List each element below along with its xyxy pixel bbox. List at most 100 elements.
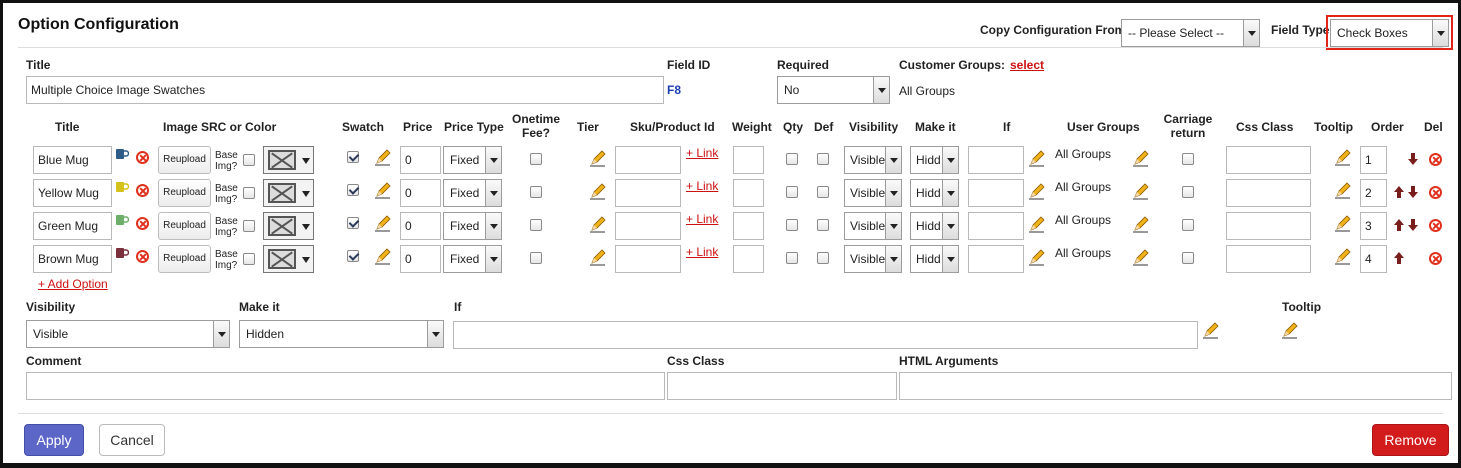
carriage-return-checkbox[interactable] xyxy=(1182,219,1194,231)
pencil-icon[interactable] xyxy=(589,182,607,200)
pencil-icon[interactable] xyxy=(1334,247,1352,265)
sku-link[interactable]: + Link xyxy=(686,212,718,226)
sku-link[interactable]: + Link xyxy=(686,245,718,259)
move-down-icon[interactable] xyxy=(1408,186,1418,198)
sku-link[interactable]: + Link xyxy=(686,179,718,193)
base-img-checkbox[interactable] xyxy=(243,253,255,265)
order-input[interactable]: 2 xyxy=(1360,179,1387,207)
option-make-it-select[interactable]: Hidd xyxy=(910,146,959,174)
delete-option-icon[interactable] xyxy=(1429,219,1442,232)
if-input[interactable] xyxy=(453,321,1198,349)
delete-option-icon[interactable] xyxy=(1429,153,1442,166)
carriage-return-checkbox[interactable] xyxy=(1182,186,1194,198)
option-visibility-select[interactable]: Visible xyxy=(844,179,902,207)
pencil-icon[interactable] xyxy=(589,149,607,167)
onetime-fee-checkbox[interactable] xyxy=(530,219,542,231)
option-if-input[interactable] xyxy=(968,245,1024,273)
def-checkbox[interactable] xyxy=(817,252,829,264)
swatch-color-select[interactable] xyxy=(263,245,314,273)
weight-input[interactable] xyxy=(733,179,764,207)
pencil-icon[interactable] xyxy=(1281,321,1299,339)
html-arguments-input[interactable] xyxy=(899,372,1452,400)
pencil-icon[interactable] xyxy=(374,181,392,199)
price-input[interactable]: 0 xyxy=(400,245,441,273)
pencil-icon[interactable] xyxy=(374,148,392,166)
option-if-input[interactable] xyxy=(968,212,1024,240)
move-up-icon[interactable] xyxy=(1394,219,1404,231)
swatch-checkbox[interactable] xyxy=(347,217,359,229)
option-if-input[interactable] xyxy=(968,179,1024,207)
remove-button[interactable]: Remove xyxy=(1372,424,1449,456)
remove-image-icon[interactable] xyxy=(136,184,149,197)
pencil-icon[interactable] xyxy=(1334,148,1352,166)
onetime-fee-checkbox[interactable] xyxy=(530,252,542,264)
swatch-color-select[interactable] xyxy=(263,212,314,240)
qty-checkbox[interactable] xyxy=(786,186,798,198)
qty-checkbox[interactable] xyxy=(786,219,798,231)
pencil-icon[interactable] xyxy=(1132,248,1150,266)
customer-groups-select-link[interactable]: select xyxy=(1010,58,1044,72)
price-type-select[interactable]: Fixed xyxy=(443,212,502,240)
def-checkbox[interactable] xyxy=(817,186,829,198)
reupload-button[interactable]: Reupload xyxy=(158,245,211,273)
reupload-button[interactable]: Reupload xyxy=(158,146,211,174)
make-it-select[interactable]: Hidden xyxy=(239,320,444,348)
move-down-icon[interactable] xyxy=(1408,153,1418,165)
swatch-checkbox[interactable] xyxy=(347,184,359,196)
option-css-class-input[interactable] xyxy=(1226,212,1311,240)
carriage-return-checkbox[interactable] xyxy=(1182,153,1194,165)
base-img-checkbox[interactable] xyxy=(243,220,255,232)
order-input[interactable]: 4 xyxy=(1360,245,1387,273)
option-visibility-select[interactable]: Visible xyxy=(844,146,902,174)
option-visibility-select[interactable]: Visible xyxy=(844,245,902,273)
price-input[interactable]: 0 xyxy=(400,179,441,207)
pencil-icon[interactable] xyxy=(1028,149,1046,167)
delete-option-icon[interactable] xyxy=(1429,252,1442,265)
pencil-icon[interactable] xyxy=(1202,321,1220,339)
cancel-button[interactable]: Cancel xyxy=(99,424,165,456)
pencil-icon[interactable] xyxy=(1028,248,1046,266)
base-img-checkbox[interactable] xyxy=(243,154,255,166)
sku-input[interactable] xyxy=(615,146,681,174)
price-type-select[interactable]: Fixed xyxy=(443,245,502,273)
add-option-link[interactable]: + Add Option xyxy=(38,277,108,291)
move-up-icon[interactable] xyxy=(1394,186,1404,198)
remove-image-icon[interactable] xyxy=(136,250,149,263)
def-checkbox[interactable] xyxy=(817,219,829,231)
weight-input[interactable] xyxy=(733,212,764,240)
order-input[interactable]: 3 xyxy=(1360,212,1387,240)
pencil-icon[interactable] xyxy=(1028,182,1046,200)
move-up-icon[interactable] xyxy=(1394,252,1404,264)
field-type-select[interactable]: Check Boxes xyxy=(1330,19,1449,47)
pencil-icon[interactable] xyxy=(1334,214,1352,232)
option-make-it-select[interactable]: Hidd xyxy=(910,212,959,240)
carriage-return-checkbox[interactable] xyxy=(1182,252,1194,264)
swatch-color-select[interactable] xyxy=(263,179,314,207)
weight-input[interactable] xyxy=(733,146,764,174)
sku-link[interactable]: + Link xyxy=(686,146,718,160)
price-type-select[interactable]: Fixed xyxy=(443,146,502,174)
pencil-icon[interactable] xyxy=(1334,181,1352,199)
pencil-icon[interactable] xyxy=(374,214,392,232)
option-title-input[interactable]: Green Mug xyxy=(33,212,112,240)
price-input[interactable]: 0 xyxy=(400,146,441,174)
remove-image-icon[interactable] xyxy=(136,151,149,164)
option-make-it-select[interactable]: Hidd xyxy=(910,179,959,207)
swatch-color-select[interactable] xyxy=(263,146,314,174)
qty-checkbox[interactable] xyxy=(786,153,798,165)
option-css-class-input[interactable] xyxy=(1226,245,1311,273)
option-visibility-select[interactable]: Visible xyxy=(844,212,902,240)
reupload-button[interactable]: Reupload xyxy=(158,179,211,207)
qty-checkbox[interactable] xyxy=(786,252,798,264)
order-input[interactable]: 1 xyxy=(1360,146,1387,174)
apply-button[interactable]: Apply xyxy=(24,424,84,456)
price-input[interactable]: 0 xyxy=(400,212,441,240)
reupload-button[interactable]: Reupload xyxy=(158,212,211,240)
weight-input[interactable] xyxy=(733,245,764,273)
base-img-checkbox[interactable] xyxy=(243,187,255,199)
onetime-fee-checkbox[interactable] xyxy=(530,186,542,198)
comment-input[interactable] xyxy=(26,372,665,400)
required-select[interactable]: No xyxy=(777,76,890,104)
swatch-checkbox[interactable] xyxy=(347,151,359,163)
pencil-icon[interactable] xyxy=(589,248,607,266)
